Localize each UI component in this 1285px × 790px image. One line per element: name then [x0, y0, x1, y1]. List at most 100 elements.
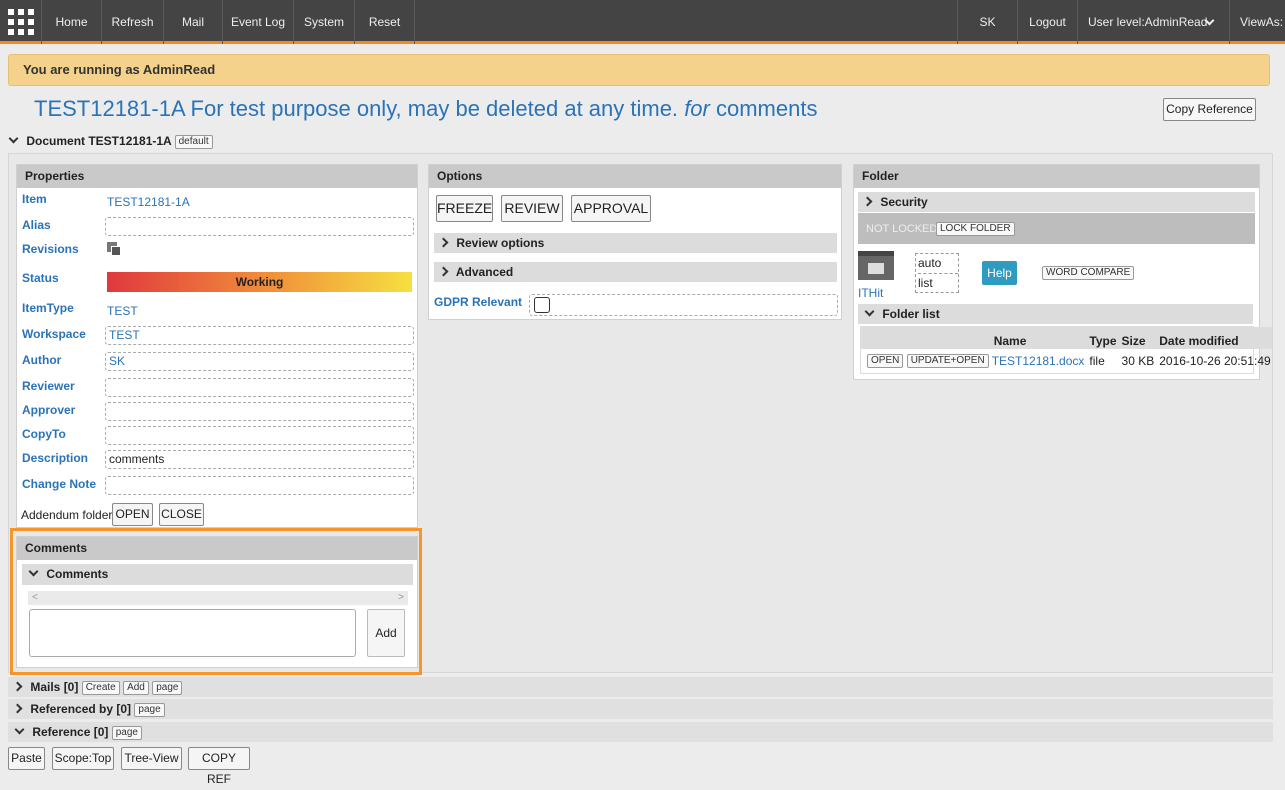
reviewer-field[interactable] — [105, 378, 414, 397]
document-header-title: Document TEST12181-1A — [26, 134, 172, 148]
folder-list-table: Name Type Size Date modified OPEN UPDATE… — [860, 326, 1272, 374]
label-change-note: Change Note — [22, 477, 97, 491]
chevron-right-icon — [438, 237, 449, 248]
reference-label: Reference [0] — [32, 725, 109, 739]
admin-banner: You are running as AdminRead — [8, 54, 1270, 86]
mails-add-button[interactable]: Add — [123, 680, 149, 695]
mode-select[interactable]: auto list — [915, 253, 959, 293]
file-name-link[interactable]: TEST12181.docx — [990, 349, 1086, 373]
file-type: file — [1089, 354, 1105, 368]
chevron-down-icon — [864, 306, 875, 317]
approval-button[interactable]: APPROVAL — [571, 195, 651, 222]
lock-folder-button[interactable]: LOCK FOLDER — [936, 222, 1015, 236]
reference-page-button[interactable]: page — [111, 725, 142, 740]
copy-ref-button[interactable]: COPY REF — [188, 747, 250, 786]
advanced-label: Advanced — [455, 265, 514, 279]
nav-mail[interactable]: Mail — [164, 0, 223, 44]
label-alias: Alias — [22, 218, 51, 232]
label-copyto: CopyTo — [22, 427, 66, 441]
nav-system[interactable]: System — [294, 0, 355, 44]
title-main: TEST12181-1A For test purpose only, may … — [34, 96, 679, 121]
help-button[interactable]: Help — [982, 261, 1017, 285]
scope-top-button[interactable]: Scope:Top — [52, 747, 114, 770]
review-button[interactable]: REVIEW — [501, 195, 563, 222]
tree-view-button[interactable]: Tree-View — [121, 747, 182, 770]
file-date: 2016-10-26 20:51:49 — [1159, 354, 1271, 368]
status-bar: Working — [107, 272, 412, 292]
review-options-header[interactable]: Review options — [434, 233, 837, 253]
user-level-label: User level:AdminRead — [1088, 15, 1208, 29]
properties-title: Properties — [17, 165, 417, 188]
word-compare-button[interactable]: WORD COMPARE — [1042, 266, 1135, 280]
copy-reference-button[interactable]: Copy Reference — [1163, 98, 1256, 121]
freeze-button[interactable]: FREEZE — [436, 195, 493, 222]
security-label: Security — [880, 195, 928, 209]
nav-user[interactable]: SK — [957, 0, 1018, 44]
col-size[interactable]: Size — [1118, 327, 1156, 349]
not-locked-label: NOT LOCKED — [866, 223, 938, 235]
mails-page-button[interactable]: page — [152, 680, 183, 695]
referenced-by-label: Referenced by [0] — [30, 702, 132, 716]
nav-logout[interactable]: Logout — [1018, 0, 1078, 44]
gdpr-label: GDPR Relevant — [434, 295, 523, 309]
paste-button[interactable]: Paste — [8, 747, 45, 770]
mails-section-header[interactable]: Mails [0] Create Add page — [8, 677, 1273, 697]
default-tag-button[interactable]: default — [174, 134, 213, 149]
folder-list-label: Folder list — [882, 307, 940, 321]
top-navbar: Home Refresh Mail Event Log System Reset… — [0, 0, 1285, 44]
ithit-link[interactable]: ITHit — [858, 286, 883, 300]
change-note-field[interactable] — [105, 476, 414, 495]
addendum-close-button[interactable]: CLOSE — [159, 503, 204, 526]
document-section-header[interactable]: Document TEST12181-1A default — [8, 131, 1273, 151]
mode-option-list[interactable]: list — [918, 273, 958, 293]
col-date[interactable]: Date modified — [1155, 327, 1271, 349]
mode-option-auto[interactable]: auto — [918, 254, 958, 273]
referenced-by-page-button[interactable]: page — [134, 702, 165, 717]
chevron-right-icon — [12, 681, 23, 692]
col-type[interactable]: Type — [1085, 327, 1117, 349]
description-field[interactable]: comments — [105, 450, 414, 469]
author-field[interactable]: SK — [105, 352, 414, 371]
nav-refresh[interactable]: Refresh — [102, 0, 164, 44]
security-header[interactable]: Security — [858, 192, 1255, 212]
col-name[interactable]: Name — [990, 327, 1086, 349]
nav-views-as[interactable]: ViewAs: — [1230, 0, 1285, 44]
label-item: Item — [22, 192, 47, 206]
alias-field[interactable] — [105, 217, 414, 236]
title-for: for — [684, 96, 710, 121]
gdpr-field — [529, 294, 838, 316]
chevron-right-icon — [862, 196, 873, 207]
folder-list-header[interactable]: Folder list — [858, 304, 1253, 324]
revisions-icon[interactable] — [107, 242, 123, 258]
addendum-folder-label: Addendum folder — [21, 508, 113, 522]
nav-home[interactable]: Home — [41, 0, 102, 44]
itemtype-value[interactable]: TEST — [107, 304, 138, 318]
nav-user-level[interactable]: User level:AdminRead — [1078, 0, 1230, 44]
addendum-open-button[interactable]: OPEN — [112, 503, 153, 526]
review-options-label: Review options — [456, 236, 545, 250]
copyto-field[interactable] — [105, 426, 414, 445]
advanced-header[interactable]: Advanced — [434, 262, 837, 282]
referenced-by-section-header[interactable]: Referenced by [0] page — [8, 699, 1273, 719]
mails-create-button[interactable]: Create — [81, 680, 120, 695]
chevron-right-icon — [12, 703, 23, 714]
file-open-button[interactable]: OPEN — [867, 354, 904, 369]
chevron-down-icon — [8, 133, 19, 144]
label-revisions: Revisions — [22, 242, 79, 256]
item-value-link[interactable]: TEST12181-1A — [107, 195, 190, 209]
options-title: Options — [429, 165, 841, 188]
nav-reset[interactable]: Reset — [355, 0, 415, 44]
file-size: 30 KB — [1121, 354, 1155, 368]
apps-grid-icon[interactable] — [8, 9, 34, 35]
approver-field[interactable] — [105, 402, 414, 421]
nav-event-log[interactable]: Event Log — [223, 0, 294, 44]
gdpr-checkbox[interactable] — [534, 297, 550, 313]
comments-highlight — [10, 528, 422, 675]
title-suffix: comments — [716, 96, 818, 121]
reference-section-header[interactable]: Reference [0] page — [8, 722, 1273, 742]
label-itemtype: ItemType — [22, 301, 74, 315]
update-open-button[interactable]: UPDATE+OPEN — [906, 354, 989, 369]
label-status: Status — [22, 271, 59, 285]
workspace-field[interactable]: TEST — [105, 326, 414, 345]
folder-open-icon[interactable] — [858, 251, 894, 280]
